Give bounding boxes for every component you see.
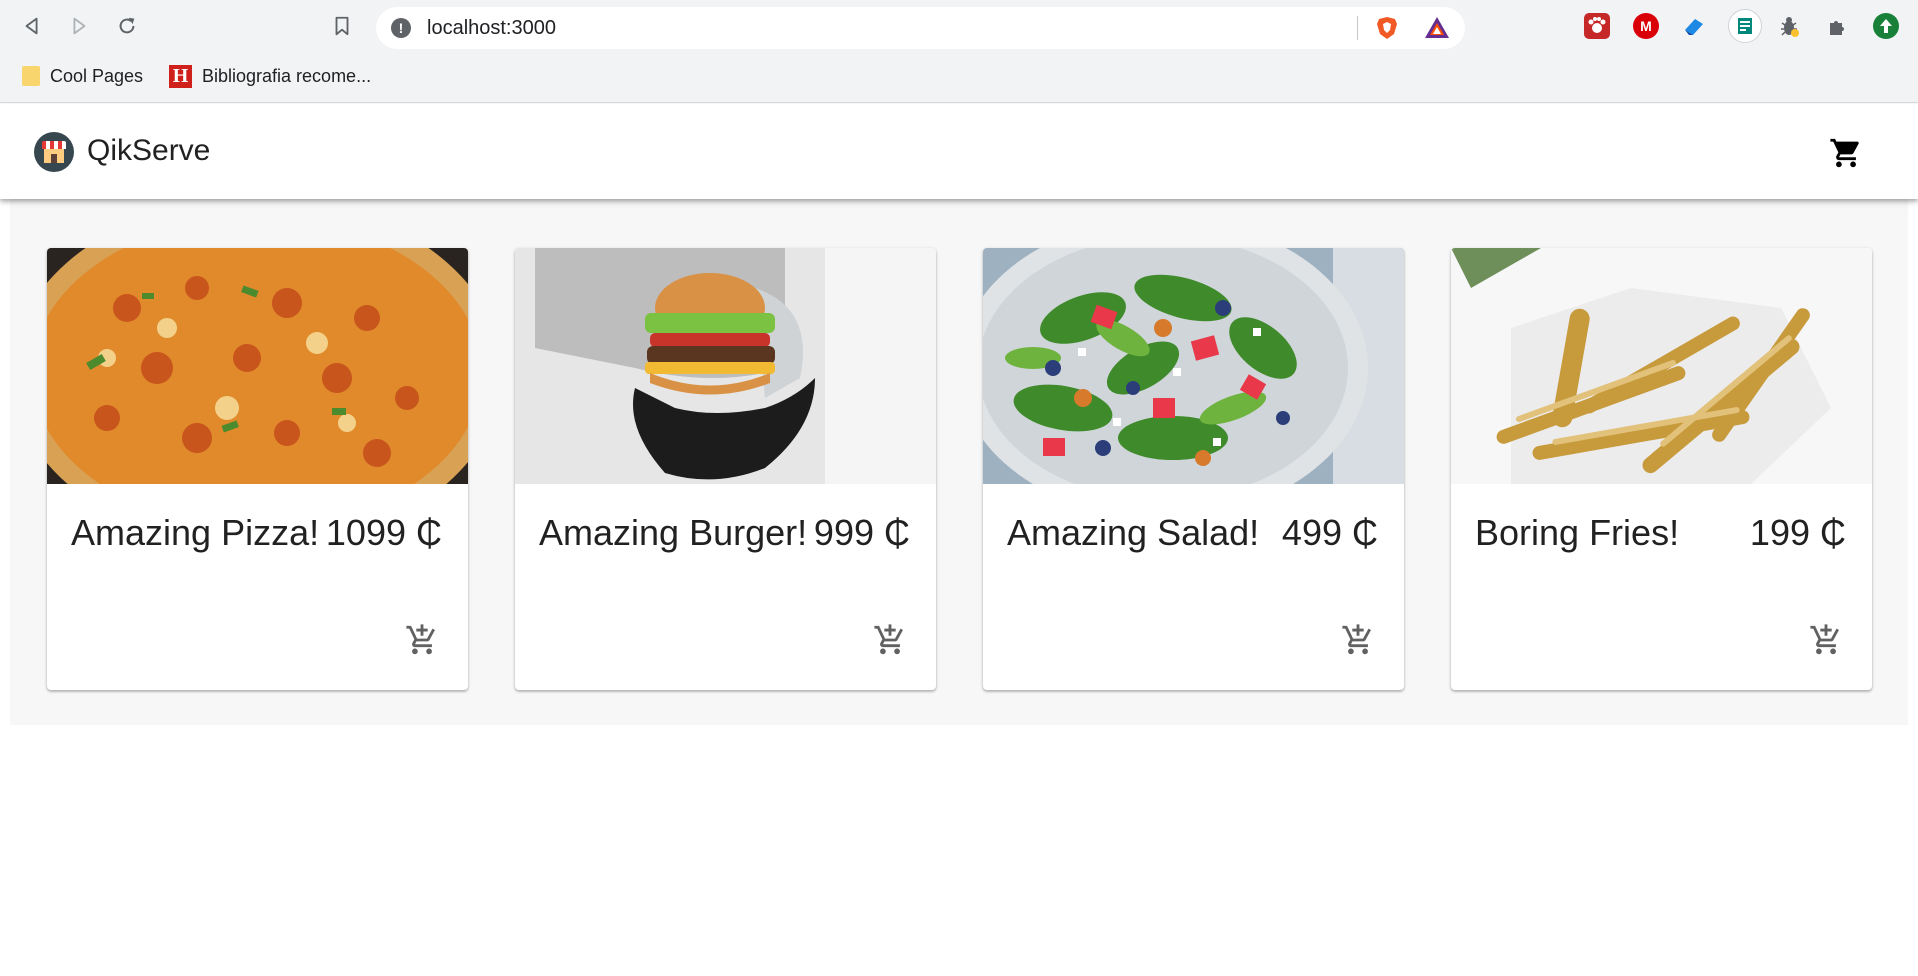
store-logo-icon	[34, 132, 74, 172]
divider	[1357, 16, 1358, 40]
add-to-cart-button[interactable]	[1806, 620, 1846, 660]
bookmark-cool-pages[interactable]: Cool Pages	[22, 62, 143, 90]
product-price: 999 ₵	[813, 512, 910, 553]
product-card-salad[interactable]: Amazing Salad! 499 ₵	[983, 248, 1404, 690]
cart-button[interactable]	[1827, 134, 1865, 172]
add-to-cart-button[interactable]	[870, 620, 910, 660]
brave-shields-icon[interactable]	[1374, 15, 1400, 41]
folder-icon	[22, 66, 40, 86]
address-bar[interactable]: ! localhost:3000	[376, 7, 1465, 49]
puzzle-extensions-icon[interactable]	[1825, 13, 1851, 39]
bookmark-label: Bibliografia recome...	[202, 65, 372, 86]
update-icon[interactable]	[1873, 13, 1899, 39]
product-name: Boring Fries!	[1475, 512, 1680, 553]
add-shopping-cart-icon	[406, 624, 435, 655]
bookmark-bibliografia[interactable]: H Bibliografia recome...	[169, 62, 371, 90]
shopping-cart-icon	[1830, 138, 1859, 168]
salad-image	[983, 248, 1404, 484]
product-card-fries[interactable]: Boring Fries! 199 ₵	[1451, 248, 1872, 690]
site-info-icon[interactable]: !	[391, 18, 411, 38]
add-to-cart-button[interactable]	[1338, 620, 1378, 660]
product-price: 499 ₵	[1281, 512, 1378, 553]
eraser-extension-icon[interactable]	[1681, 13, 1707, 39]
product-price: 199 ₵	[1749, 512, 1846, 553]
mega-extension-icon[interactable]: M	[1633, 13, 1659, 39]
back-icon[interactable]	[17, 11, 47, 41]
add-shopping-cart-icon	[1810, 624, 1839, 655]
bookmark-icon[interactable]	[327, 11, 357, 41]
product-name: Amazing Burger!	[539, 512, 808, 553]
app-title: QikServe	[87, 134, 211, 167]
pizza-image	[47, 248, 468, 484]
rewards-icon[interactable]	[1423, 15, 1451, 41]
url-text[interactable]: localhost:3000	[427, 17, 556, 40]
reload-icon[interactable]	[112, 11, 142, 41]
forward-icon[interactable]	[64, 11, 94, 41]
browser-toolbar: ! localhost:3000 M Cool Pages H Bibliogr…	[0, 0, 1918, 103]
product-card-burger[interactable]: Amazing Burger! 999 ₵	[515, 248, 936, 690]
bookmark-label: Cool Pages	[50, 65, 144, 86]
product-name: Amazing Salad!	[1007, 512, 1260, 553]
add-shopping-cart-icon	[1342, 624, 1371, 655]
product-card-pizza[interactable]: Amazing Pizza! 1099 ₵	[47, 248, 468, 690]
bug-extension-icon[interactable]	[1776, 13, 1802, 39]
product-grid: Amazing Pizza! 1099 ₵ Amazing Burger! 99…	[10, 199, 1908, 725]
burger-image	[515, 248, 936, 484]
add-to-cart-button[interactable]	[402, 620, 442, 660]
product-name: Amazing Pizza!	[71, 512, 320, 553]
add-shopping-cart-icon	[874, 624, 903, 655]
product-price: 1099 ₵	[325, 512, 442, 553]
fries-image	[1451, 248, 1872, 484]
sheet-extension-icon[interactable]	[1728, 9, 1762, 43]
paw-extension-icon[interactable]	[1584, 13, 1610, 39]
app-header: QikServe	[0, 104, 1918, 199]
h-logo-icon: H	[169, 64, 192, 88]
